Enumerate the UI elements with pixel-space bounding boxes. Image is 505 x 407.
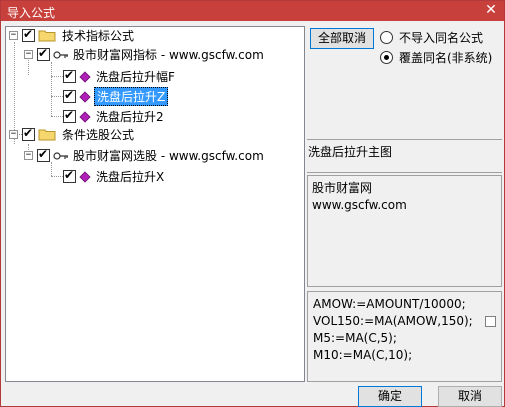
radio-overwrite-duplicates[interactable]: 覆盖同名(非系统) bbox=[380, 49, 492, 66]
description-line: 股市财富网 bbox=[312, 181, 373, 195]
tree-label-tech-source: 股市财富网指标 - www.gscfw.com bbox=[73, 48, 264, 62]
tree-item-formula[interactable]: ✔ 洗盘后拉升Z bbox=[63, 87, 169, 106]
dialog-title: 导入公式 bbox=[7, 6, 56, 20]
key-icon bbox=[53, 151, 68, 160]
checkbox-screen-source[interactable]: ✔ bbox=[37, 147, 50, 162]
tree-label-screening: 条件选股公式 bbox=[62, 128, 135, 142]
tree-label-formula: 洗盘后拉升幅F bbox=[96, 70, 175, 84]
import-formula-dialog: 导入公式 ✕ − ✔ 技术指标公式 − ✔ 股市财富网指标 - www.gscf… bbox=[0, 0, 505, 407]
title-bar[interactable]: 导入公式 ✕ bbox=[1, 1, 504, 21]
tree-node-screen-source[interactable]: − ✔ 股市财富网选股 - www.gscfw.com bbox=[24, 146, 266, 165]
radio-button-selected[interactable] bbox=[380, 51, 393, 64]
tree-item-formula[interactable]: ✔ 洗盘后拉升2 bbox=[63, 107, 166, 126]
checkbox-tech-source[interactable]: ✔ bbox=[37, 46, 50, 61]
key-icon bbox=[53, 50, 68, 59]
code-line: VOL150:=MA(AMOW,150); bbox=[313, 314, 473, 328]
checkbox-formula[interactable]: ✔ bbox=[63, 168, 76, 183]
code-line: AMOW:=AMOUNT/10000; bbox=[313, 297, 466, 311]
formula-icon bbox=[79, 110, 91, 123]
tree-node-tech-source[interactable]: − ✔ 股市财富网指标 - www.gscfw.com bbox=[24, 45, 266, 64]
ok-button[interactable]: 确定 bbox=[358, 386, 422, 407]
checkbox-formula[interactable]: ✔ bbox=[63, 108, 76, 123]
formula-description: 股市财富网 www.gscfw.com bbox=[307, 175, 502, 287]
formula-name: 洗盘后拉升主图 bbox=[308, 145, 393, 159]
tree-label-screen-source: 股市财富网选股 - www.gscfw.com bbox=[73, 149, 264, 163]
cancel-button[interactable]: 取消 bbox=[438, 386, 502, 407]
formula-icon bbox=[79, 90, 91, 103]
collapse-icon[interactable]: − bbox=[9, 31, 18, 40]
tree-node-technical[interactable]: − ✔ 技术指标公式 bbox=[9, 26, 136, 45]
code-line: M10:=MA(C,10); bbox=[313, 348, 413, 362]
code-line: M5:=MA(C,5); bbox=[313, 331, 397, 345]
radio-button[interactable] bbox=[380, 31, 393, 44]
checkbox-formula[interactable]: ✔ bbox=[63, 88, 76, 103]
tree-label-formula-selected: 洗盘后拉升Z bbox=[94, 87, 169, 106]
formula-icon bbox=[79, 170, 91, 183]
code-checkbox[interactable] bbox=[485, 316, 496, 327]
tree-label-technical: 技术指标公式 bbox=[62, 29, 135, 43]
formula-tree[interactable]: − ✔ 技术指标公式 − ✔ 股市财富网指标 - www.gscfw.com ✔… bbox=[5, 26, 305, 382]
tree-label-formula: 洗盘后拉升2 bbox=[96, 110, 164, 124]
tree-label-formula: 洗盘后拉升X bbox=[96, 170, 165, 184]
tree-node-screening[interactable]: − ✔ 条件选股公式 bbox=[9, 125, 136, 144]
formula-name-display: 洗盘后拉升主图 bbox=[307, 139, 502, 173]
radio-label: 不导入同名公式 bbox=[399, 31, 484, 45]
formula-icon bbox=[79, 70, 91, 83]
tree-item-formula[interactable]: ✔ 洗盘后拉升幅F bbox=[63, 67, 177, 86]
cancel-all-button[interactable]: 全部取消 bbox=[310, 28, 374, 49]
checkbox-screening[interactable]: ✔ bbox=[22, 126, 35, 141]
collapse-icon[interactable]: − bbox=[24, 50, 33, 59]
checkbox-technical[interactable]: ✔ bbox=[22, 27, 35, 42]
formula-code[interactable]: AMOW:=AMOUNT/10000; VOL150:=MA(AMOW,150)… bbox=[307, 291, 502, 382]
radio-label: 覆盖同名(非系统) bbox=[399, 51, 493, 65]
description-line: www.gscfw.com bbox=[312, 198, 407, 212]
checkbox-formula[interactable]: ✔ bbox=[63, 68, 76, 83]
folder-icon bbox=[38, 129, 56, 141]
close-icon[interactable]: ✕ bbox=[482, 2, 500, 19]
radio-skip-duplicates[interactable]: 不导入同名公式 bbox=[380, 29, 483, 46]
folder-icon bbox=[38, 30, 56, 42]
tree-item-formula[interactable]: ✔ 洗盘后拉升X bbox=[63, 167, 166, 186]
collapse-icon[interactable]: − bbox=[24, 151, 33, 160]
collapse-icon[interactable]: − bbox=[9, 130, 18, 139]
